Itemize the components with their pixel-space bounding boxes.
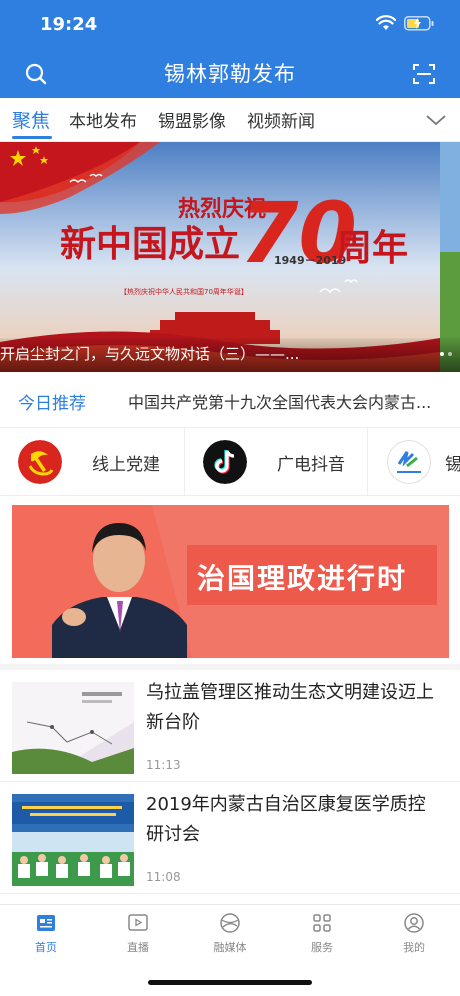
banner-subline: 【热烈庆祝中华人民共和国70周年华诞】 [120,287,248,296]
tab-mine[interactable]: 我的 [368,911,460,955]
tab-label: 首页 [35,941,57,954]
media-icon [218,911,242,935]
grid-icon [310,911,334,935]
news-time: 11:13 [146,758,181,772]
tab-media[interactable]: 融媒体 [184,911,276,955]
station-logo-icon [387,440,431,484]
tab-video-news[interactable]: 视频新闻 [247,107,315,132]
user-icon [402,911,426,935]
status-icons [376,15,434,31]
battery-charging-icon [404,15,434,31]
today-recommend-bar[interactable]: 今日推荐 中国共产党第十九次全国代表大会内蒙古... [0,372,460,428]
promo-text: 治国理政进行时 [197,562,408,595]
play-icon [126,911,150,935]
quick-links: 线上党建 广电抖音 锡 [0,428,460,496]
divider [367,428,368,495]
status-time: 19:24 [40,14,98,35]
banner-caption: 开启尘封之门，与久远文物对话（三）——... [0,345,300,363]
news-thumbnail [12,794,134,886]
list-item[interactable]: 2019年内蒙古自治区康复医学质控研讨会 11:08 [0,782,460,894]
quick-link-label: 线上党建 [92,454,160,475]
divider [184,428,185,495]
channel-tabs: 聚焦 本地发布 锡盟影像 视频新闻 [0,98,460,142]
hero-banner[interactable]: 热烈庆祝 新中国成立 70 1949－2019 周年 【热烈庆祝中华人民共和国7… [0,142,460,372]
chevron-down-icon[interactable] [424,108,448,132]
banner-dot [440,352,444,356]
wifi-icon [376,15,396,31]
news-thumbnail [12,682,134,774]
news-time: 11:08 [146,870,181,884]
quick-link-party-building[interactable]: 线上党建 [18,428,160,495]
banner-headline: 新中国成立 [60,223,240,265]
tab-xilin-images[interactable]: 锡盟影像 [158,107,226,132]
tab-focus[interactable]: 聚焦 [12,106,50,133]
tab-local-release[interactable]: 本地发布 [69,107,137,132]
tiktok-icon [203,440,247,484]
tab-home[interactable]: 首页 [0,911,92,955]
banner-pager [440,352,452,356]
tab-label: 直播 [127,941,149,954]
promo-banner[interactable]: 治国理政进行时 [12,505,449,658]
banner-suffix: 周年 [336,227,408,269]
quick-link-station[interactable]: 锡 [387,428,460,495]
home-indicator[interactable] [148,980,312,985]
scan-icon[interactable] [410,60,438,88]
recommend-headline[interactable]: 中国共产党第十九次全国代表大会内蒙古... [128,389,446,413]
quick-link-label: 锡 [445,450,460,475]
news-title: 2019年内蒙古自治区康复医学质控研讨会 [146,794,426,845]
tab-live[interactable]: 直播 [92,911,184,955]
recommend-label: 今日推荐 [18,394,86,414]
list-item[interactable]: 乌拉盖管理区推动生态文明建设迈上新台阶 11:13 [0,670,460,782]
home-news-icon [34,911,58,935]
quick-link-douyin[interactable]: 广电抖音 [203,428,345,495]
tab-label: 我的 [403,941,425,954]
tab-services[interactable]: 服务 [276,911,368,955]
app-header: 19:24 锡林郭勒发布 [0,0,460,98]
banner-dot [448,352,452,356]
tab-label: 服务 [311,941,333,954]
quick-link-label: 广电抖音 [277,454,345,475]
party-emblem-icon [18,440,62,484]
active-tab-indicator [12,136,52,139]
tab-label: 融媒体 [213,941,247,954]
page-title: 锡林郭勒发布 [164,62,296,86]
news-title: 乌拉盖管理区推动生态文明建设迈上新台阶 [146,682,434,733]
